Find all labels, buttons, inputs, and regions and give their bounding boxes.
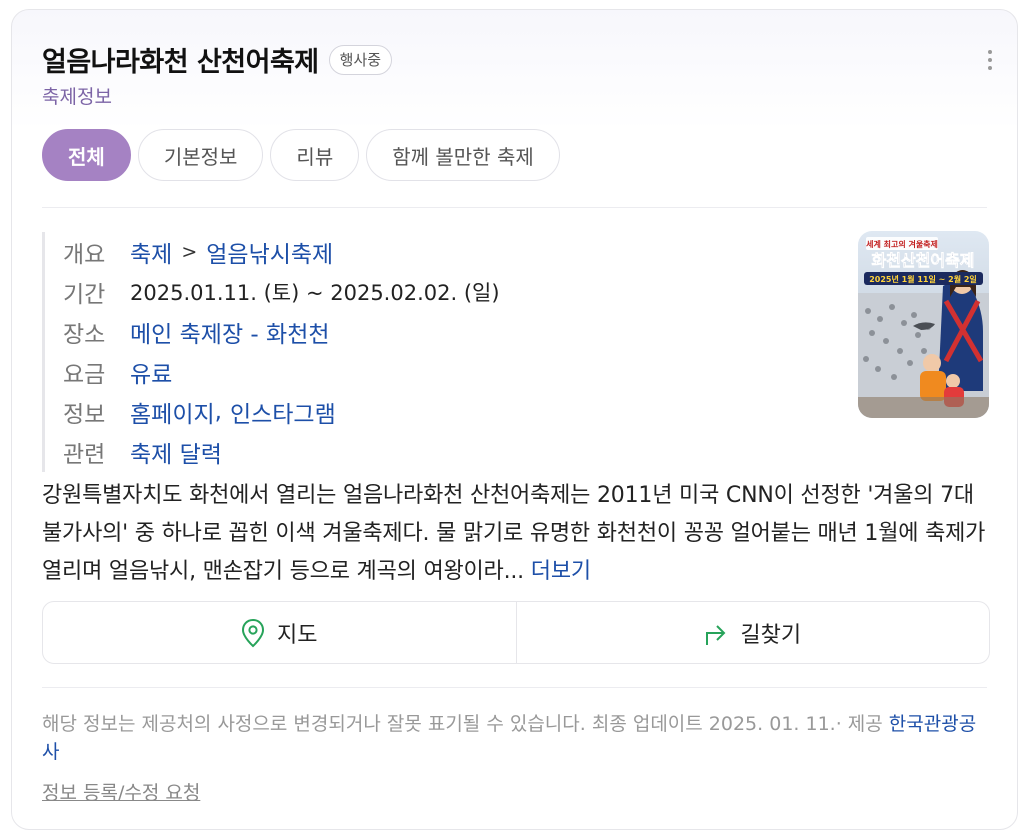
edit-request-link[interactable]: 정보 등록/수정 요청 <box>42 778 200 805</box>
description-text: 강원특별자치도 화천에서 열리는 얼음나라화천 산천어축제는 2011년 미국 … <box>42 483 986 584</box>
instagram-link[interactable]: 인스타그램 <box>230 395 336 429</box>
read-more-link[interactable]: 더보기 <box>531 559 591 584</box>
map-pin-icon <box>241 618 265 647</box>
category-link[interactable]: 축제 <box>130 235 172 269</box>
map-button-label: 지도 <box>277 622 318 648</box>
info-row-fee: 요금 유료 <box>63 352 500 392</box>
poster-dates: 2025년 1월 11일 ~ 2월 2일 <box>869 274 977 284</box>
status-badge: 행사중 <box>328 44 393 75</box>
festival-poster-image[interactable]: 세계 최고의 겨울축제 화천산천어축제 2025년 1월 11일 ~ 2월 2일 <box>858 231 989 418</box>
page-title[interactable]: 얼음나라화천 산천어축제 <box>42 40 319 79</box>
period-value: 2025.01.11. (토) ~ 2025.02.02. (일) <box>130 281 500 305</box>
festival-calendar-link[interactable]: 축제 달력 <box>130 435 222 469</box>
info-row-overview: 개요 축제 > 얼음낚시축제 <box>63 232 500 272</box>
tab-bar: 전체 기본정보 리뷰 함께 볼만한 축제 <box>42 129 560 181</box>
action-bar: 지도 길찾기 <box>42 601 990 664</box>
info-row-period: 기간 2025.01.11. (토) ~ 2025.02.02. (일) <box>63 272 500 312</box>
info-label: 요금 <box>63 362 106 388</box>
info-notice: 해당 정보는 제공처의 사정으로 변경되거나 잘못 표기될 수 있습니다. 최종… <box>42 710 982 766</box>
tab-basic-info[interactable]: 기본정보 <box>137 129 264 181</box>
info-label: 장소 <box>63 322 106 348</box>
info-row-related: 관련 축제 달력 <box>63 432 500 472</box>
title-row: 얼음나라화천 산천어축제 행사중 <box>42 40 393 79</box>
info-row-place: 장소 메인 축제장 - 화천천 <box>63 312 500 352</box>
divider <box>42 207 987 208</box>
poster-title: 화천산천어축제 <box>871 251 974 270</box>
more-options-icon[interactable] <box>987 50 993 74</box>
place-link[interactable]: 메인 축제장 - 화천천 <box>130 315 330 349</box>
tab-related-festivals[interactable]: 함께 볼만한 축제 <box>366 129 560 181</box>
map-button[interactable]: 지도 <box>43 602 516 663</box>
divider <box>42 687 987 688</box>
info-label: 기간 <box>63 282 106 308</box>
info-label: 관련 <box>63 442 106 468</box>
tab-reviews[interactable]: 리뷰 <box>270 129 360 181</box>
directions-button-label: 길찾기 <box>740 622 802 648</box>
info-row-links: 정보 홈페이지 , 인스타그램 <box>63 392 500 432</box>
festival-card: 얼음나라화천 산천어축제 행사중 축제정보 전체 기본정보 리뷰 함께 볼만한 … <box>11 9 1018 830</box>
info-label: 정보 <box>63 402 106 428</box>
info-list: 개요 축제 > 얼음낚시축제 기간 2025.01.11. (토) ~ 2025… <box>42 232 500 472</box>
link-comma: , <box>214 399 222 425</box>
notice-text: 해당 정보는 제공처의 사정으로 변경되거나 잘못 표기될 수 있습니다. 최종… <box>42 713 883 735</box>
tab-all[interactable]: 전체 <box>42 129 131 181</box>
info-label: 개요 <box>63 242 106 268</box>
homepage-link[interactable]: 홈페이지 <box>130 395 215 429</box>
subcategory-link[interactable]: 얼음낚시축제 <box>206 235 333 269</box>
breadcrumb-separator: > <box>181 241 198 263</box>
fee-link[interactable]: 유료 <box>130 355 172 389</box>
directions-button[interactable]: 길찾기 <box>515 602 990 663</box>
directions-arrow-icon <box>706 624 726 645</box>
festival-description: 강원특별자치도 화천에서 열리는 얼음나라화천 산천어축제는 2011년 미국 … <box>42 477 992 591</box>
subtitle: 축제정보 <box>42 86 112 108</box>
poster-top-text: 세계 최고의 겨울축제 <box>866 239 938 249</box>
